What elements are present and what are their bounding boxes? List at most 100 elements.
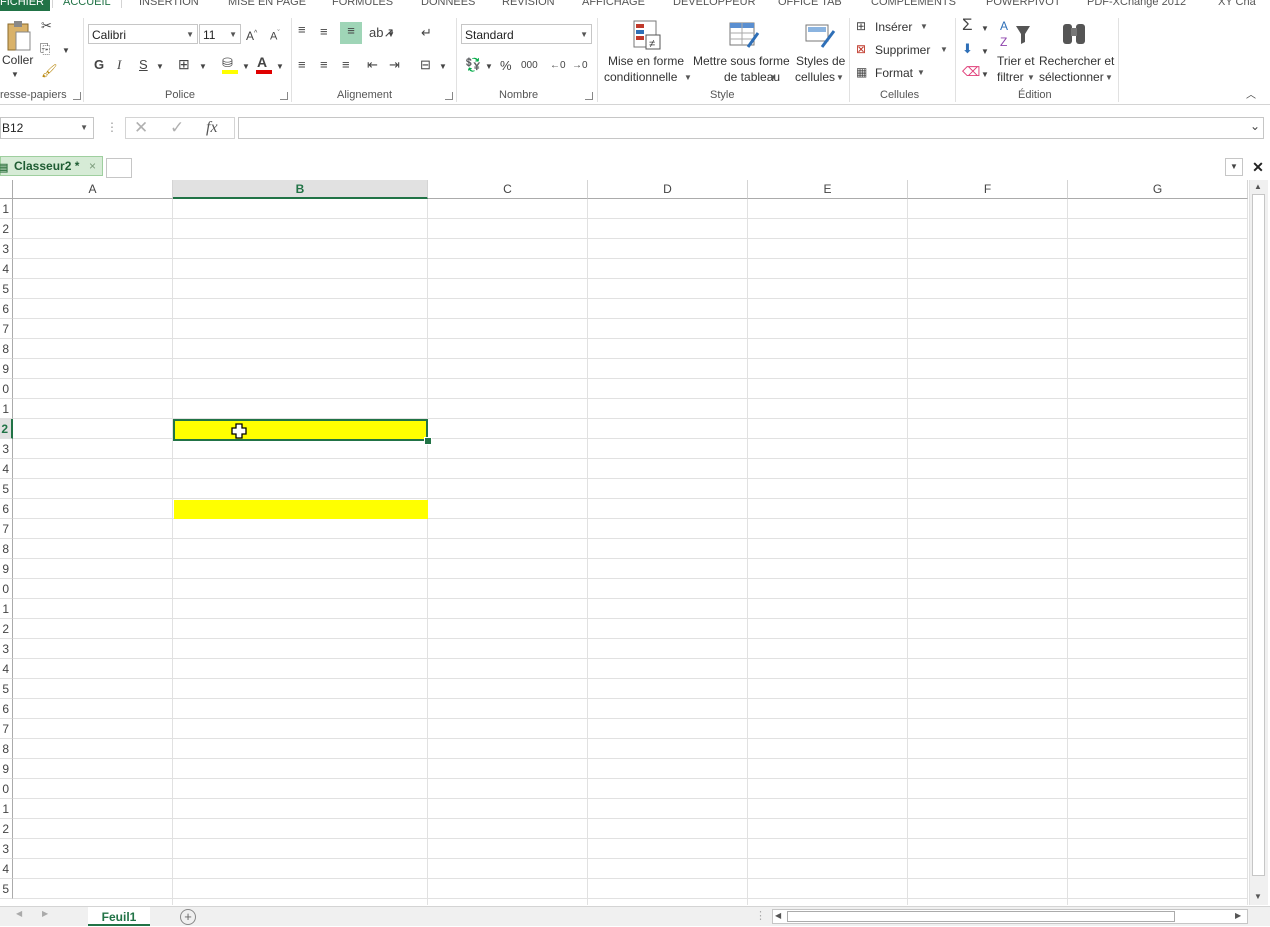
tab-file[interactable]: FICHIER: [0, 0, 50, 11]
row-header[interactable]: 0: [0, 579, 13, 599]
row-header[interactable]: 8: [0, 739, 13, 759]
column-header-c[interactable]: C: [428, 180, 588, 199]
row-header[interactable]: 7: [0, 519, 13, 539]
vertical-scrollbar[interactable]: ▲ ▼: [1249, 180, 1268, 905]
expand-formula-icon[interactable]: ⌄: [1250, 119, 1260, 133]
align-middle-icon[interactable]: ≡: [320, 23, 328, 41]
column-header-a[interactable]: A: [13, 180, 173, 199]
close-window-icon[interactable]: ✕: [1248, 157, 1268, 177]
font-name-combo[interactable]: Calibri ▼: [88, 24, 198, 44]
underline-dropdown-icon[interactable]: ▼: [156, 58, 164, 76]
collapse-ribbon-icon[interactable]: ︿: [1246, 87, 1256, 105]
row-header[interactable]: 8: [0, 539, 13, 559]
fill-dropdown-icon[interactable]: ▼: [981, 43, 989, 61]
row-header[interactable]: 5: [0, 879, 13, 899]
format-as-table-button[interactable]: Mettre sous forme de tableau ▼: [692, 16, 792, 86]
horizontal-scrollbar[interactable]: ◀ ▶: [772, 909, 1248, 924]
row-header[interactable]: 9: [0, 559, 13, 579]
row-header[interactable]: 5: [0, 679, 13, 699]
row-header[interactable]: 3: [0, 239, 13, 259]
font-launcher-icon[interactable]: [280, 92, 288, 100]
clear-icon[interactable]: ⌫: [962, 63, 980, 81]
column-header-b[interactable]: B: [173, 180, 428, 199]
clear-dropdown-icon[interactable]: ▼: [981, 66, 989, 84]
worksheet-grid[interactable]: ABCDEFG 12345678901234567890123456789012…: [0, 180, 1248, 905]
fill-color-dropdown-icon[interactable]: ▼: [242, 58, 250, 76]
tab-data[interactable]: DONNÉES: [421, 0, 475, 8]
tab-pdf-xchange[interactable]: PDF-XChange 2012: [1087, 0, 1186, 8]
row-header[interactable]: 2: [0, 819, 13, 839]
tab-powerpivot[interactable]: POWERPIVOT: [986, 0, 1061, 8]
cell-styles-button[interactable]: Styles de cellules ▼: [794, 16, 846, 86]
increase-indent-icon[interactable]: ⇥: [389, 56, 400, 74]
tab-insert[interactable]: INSERTION: [139, 0, 199, 8]
prev-sheet-icon[interactable]: ◀: [16, 909, 22, 918]
grow-font-icon[interactable]: A^: [246, 25, 257, 45]
row-header[interactable]: 5: [0, 479, 13, 499]
row-header[interactable]: 0: [0, 779, 13, 799]
format-cells-button[interactable]: ▦ Format ▼: [856, 64, 948, 82]
align-center-icon[interactable]: ≡: [320, 56, 328, 74]
alignment-launcher-icon[interactable]: [445, 92, 453, 100]
splitter-handle-icon[interactable]: ⋮: [106, 120, 118, 134]
currency-dropdown-icon[interactable]: ▼: [485, 58, 493, 76]
cut-icon[interactable]: ✂: [41, 17, 52, 35]
align-top-icon[interactable]: ≡: [298, 21, 306, 39]
row-header[interactable]: 4: [0, 859, 13, 879]
workbook-tab[interactable]: ▤ Classeur2 * ×: [0, 156, 103, 176]
column-header-g[interactable]: G: [1068, 180, 1248, 199]
tab-xy-chart[interactable]: XY Cha: [1218, 0, 1256, 8]
align-bottom-icon[interactable]: ≡: [340, 22, 362, 44]
tab-list-dropdown-icon[interactable]: ▼: [1225, 158, 1243, 176]
borders-icon[interactable]: ⊞: [178, 55, 190, 73]
column-header-f[interactable]: F: [908, 180, 1068, 199]
fill-color-button[interactable]: ⛁: [222, 55, 238, 74]
font-color-dropdown-icon[interactable]: ▼: [276, 58, 284, 76]
font-size-combo[interactable]: 11 ▼: [199, 24, 241, 44]
sheet-tab-feuil1[interactable]: Feuil1: [88, 907, 150, 926]
bold-button[interactable]: G: [94, 56, 104, 74]
italic-button[interactable]: I: [117, 56, 121, 74]
wrap-text-icon[interactable]: ↵: [421, 24, 432, 42]
select-all-corner[interactable]: [0, 180, 13, 199]
fill-down-icon[interactable]: ⬇: [962, 40, 973, 58]
splitter-handle-icon[interactable]: ⋮: [755, 909, 766, 922]
active-cell-b12[interactable]: [173, 419, 428, 441]
row-header[interactable]: 4: [0, 659, 13, 679]
tab-review[interactable]: RÉVISION: [502, 0, 555, 8]
cancel-icon[interactable]: ✕: [134, 118, 148, 138]
row-header[interactable]: 3: [0, 439, 13, 459]
row-header[interactable]: 4: [0, 459, 13, 479]
paste-dropdown-icon[interactable]: ▼: [11, 66, 19, 84]
thousands-button[interactable]: 000: [521, 57, 538, 75]
scroll-right-icon[interactable]: ▶: [1235, 911, 1241, 920]
row-header[interactable]: 2: [0, 419, 13, 439]
row-header[interactable]: 2: [0, 219, 13, 239]
new-workbook-tab[interactable]: [106, 158, 132, 178]
row-header[interactable]: 1: [0, 799, 13, 819]
increase-decimal-icon[interactable]: ←0: [550, 57, 566, 75]
tab-view[interactable]: AFFICHAGE: [582, 0, 645, 8]
insert-cells-button[interactable]: ⊞ Insérer ▼: [856, 18, 948, 36]
row-header[interactable]: 6: [0, 699, 13, 719]
row-header[interactable]: 9: [0, 359, 13, 379]
font-color-button[interactable]: A: [256, 54, 272, 74]
column-header-e[interactable]: E: [748, 180, 908, 199]
percent-button[interactable]: %: [500, 57, 512, 75]
align-right-icon[interactable]: ≡: [342, 56, 350, 74]
row-header[interactable]: 1: [0, 399, 13, 419]
autosum-icon[interactable]: Σ: [962, 16, 973, 34]
underline-button[interactable]: S: [139, 56, 148, 74]
row-header[interactable]: 7: [0, 319, 13, 339]
delete-cells-button[interactable]: ⊠ Supprimer ▼: [856, 41, 948, 59]
add-sheet-icon[interactable]: +: [180, 909, 196, 925]
row-header[interactable]: 3: [0, 839, 13, 859]
currency-icon[interactable]: 💱: [465, 56, 481, 74]
row-header[interactable]: 3: [0, 639, 13, 659]
row-header[interactable]: 2: [0, 619, 13, 639]
fill-handle[interactable]: [424, 437, 432, 445]
number-format-combo[interactable]: Standard ▼: [461, 24, 592, 44]
borders-dropdown-icon[interactable]: ▼: [199, 58, 207, 76]
highlighted-cell-b16[interactable]: [174, 500, 428, 519]
tab-page-layout[interactable]: MISE EN PAGE: [228, 0, 306, 8]
